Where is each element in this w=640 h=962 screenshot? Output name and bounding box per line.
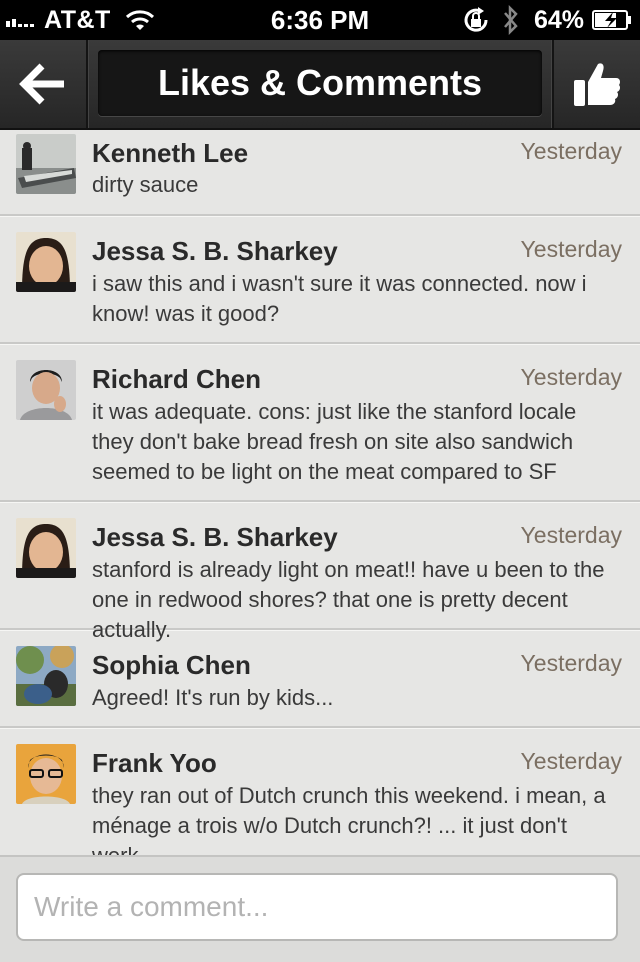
- comment-text: they ran out of Dutch crunch this weeken…: [92, 783, 606, 855]
- comment-text: i saw this and i wasn't sure it was conn…: [92, 271, 587, 326]
- avatar: [16, 360, 76, 420]
- comment-author[interactable]: Frank Yoo: [92, 748, 217, 779]
- avatar: [16, 232, 76, 292]
- comment-item[interactable]: Jessa S. B. Sharkey Yesterday stanford i…: [0, 502, 640, 642]
- avatar: [16, 518, 76, 578]
- avatar-image: [16, 518, 76, 578]
- comment-time: Yesterday: [520, 748, 622, 774]
- status-bar: AT&T 6:36 PM 64%: [0, 0, 640, 40]
- comment-time: Yesterday: [520, 364, 622, 390]
- comment-author[interactable]: Kenneth Lee: [92, 138, 248, 169]
- comment-input[interactable]: [16, 873, 618, 941]
- comment-item[interactable]: Frank Yoo Yesterday they ran out of Dutc…: [0, 728, 640, 855]
- comment-time: Yesterday: [520, 650, 622, 676]
- comment-item[interactable]: Kenneth Lee Yesterday dirty sauce: [0, 130, 640, 216]
- avatar-image: [16, 646, 76, 706]
- comment-author[interactable]: Richard Chen: [92, 364, 261, 395]
- comment-item[interactable]: Sophia Chen Yesterday Agreed! It's run b…: [0, 630, 640, 728]
- status-right: 64%: [460, 0, 632, 40]
- comment-author[interactable]: Jessa S. B. Sharkey: [92, 522, 338, 553]
- battery-percent: 64%: [533, 5, 584, 34]
- comment-author[interactable]: Sophia Chen: [92, 650, 251, 681]
- back-button[interactable]: [0, 40, 88, 128]
- comment-item[interactable]: Jessa S. B. Sharkey Yesterday i saw this…: [0, 216, 640, 344]
- comment-author[interactable]: Jessa S. B. Sharkey: [92, 236, 338, 267]
- comment-time: Yesterday: [520, 138, 622, 164]
- bluetooth-icon: [503, 5, 518, 35]
- comment-item[interactable]: Richard Chen Yesterday it was adequate. …: [0, 344, 640, 502]
- avatar-image: [16, 134, 76, 194]
- avatar-image: [16, 232, 76, 292]
- avatar: [16, 134, 76, 194]
- avatar-image: [16, 744, 76, 804]
- comment-text: Agreed! It's run by kids...: [92, 685, 334, 710]
- rotation-lock-icon: [464, 7, 488, 32]
- nav-bar: Likes & Comments: [0, 40, 640, 130]
- comment-composer: [0, 855, 640, 962]
- page-title: Likes & Comments: [157, 62, 483, 103]
- avatar: [16, 744, 76, 804]
- like-button[interactable]: [552, 40, 640, 128]
- comments-list[interactable]: Kenneth Lee Yesterday dirty sauce Jessa …: [0, 130, 640, 855]
- battery-charging-icon: [592, 10, 631, 30]
- comment-time: Yesterday: [520, 236, 622, 262]
- comment-time: Yesterday: [520, 522, 622, 548]
- title-box: Likes & Comments: [98, 50, 542, 116]
- thumbs-up-icon: [574, 63, 621, 106]
- comment-text: dirty sauce: [92, 172, 199, 197]
- back-arrow-icon: [19, 63, 64, 105]
- avatar: [16, 646, 76, 706]
- comment-text: it was adequate. cons: just like the sta…: [92, 399, 577, 484]
- avatar-image: [16, 360, 76, 420]
